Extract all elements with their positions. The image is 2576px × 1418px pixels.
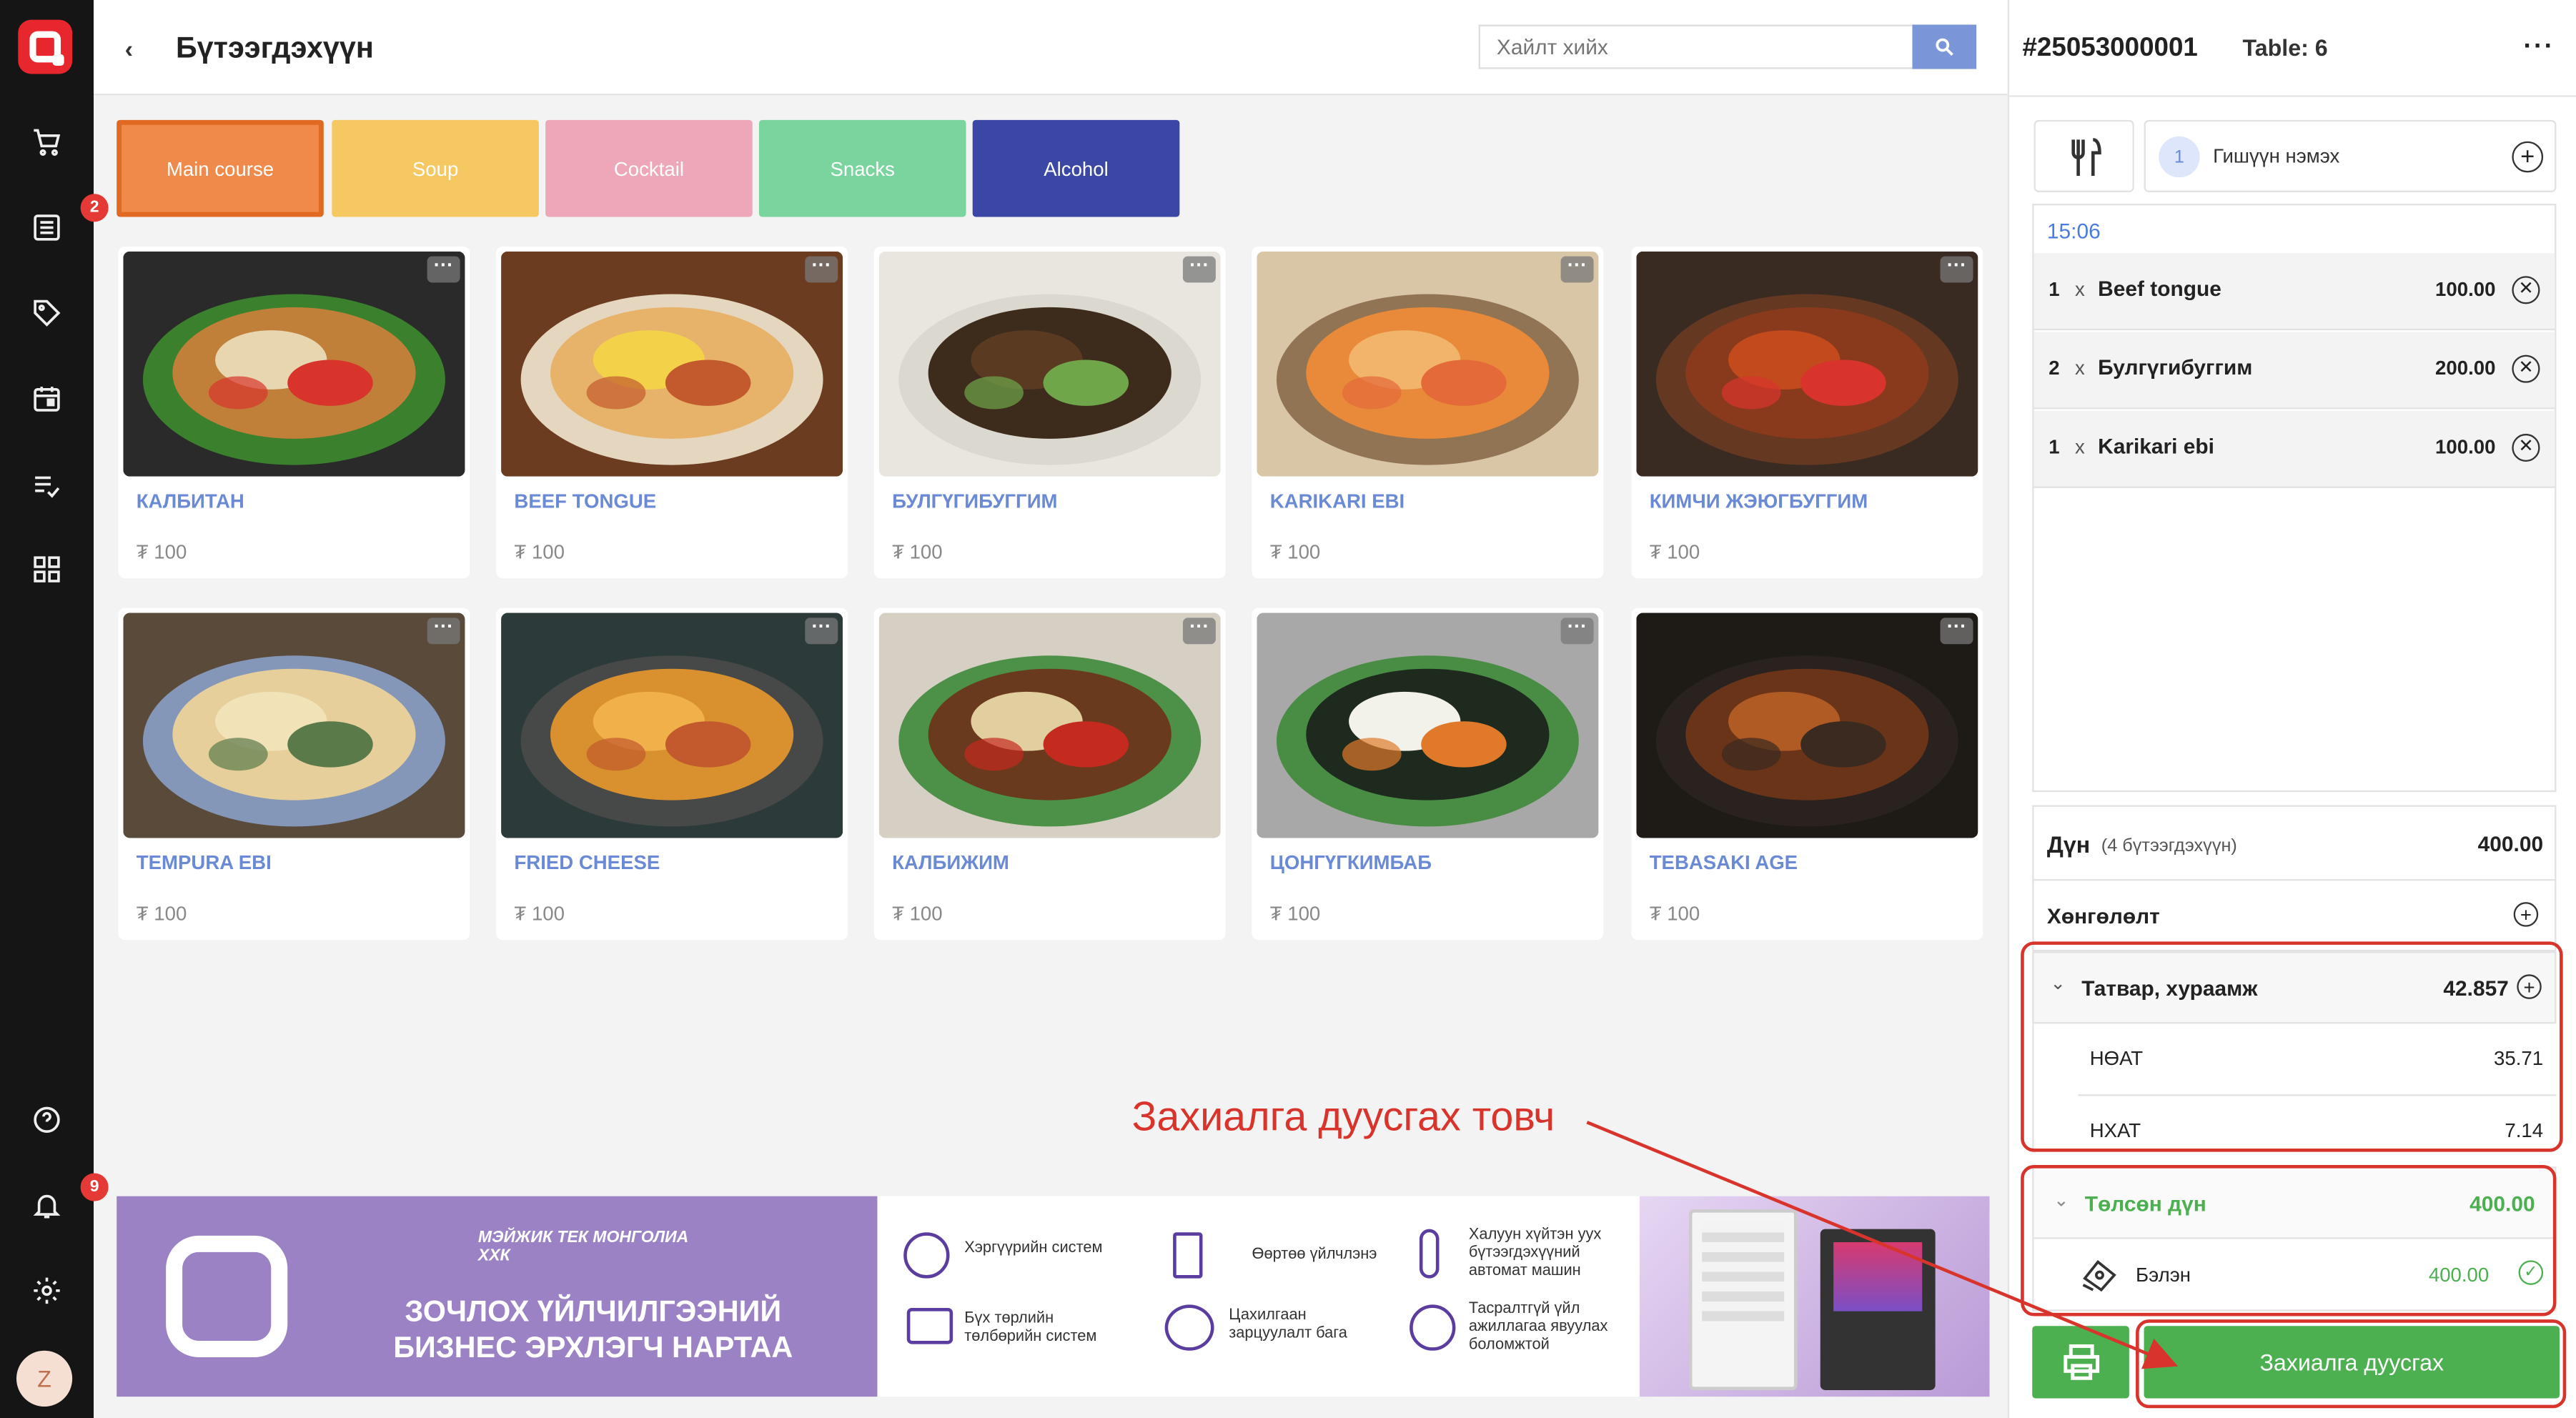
annotation-arrow [1586,1121,2179,1369]
